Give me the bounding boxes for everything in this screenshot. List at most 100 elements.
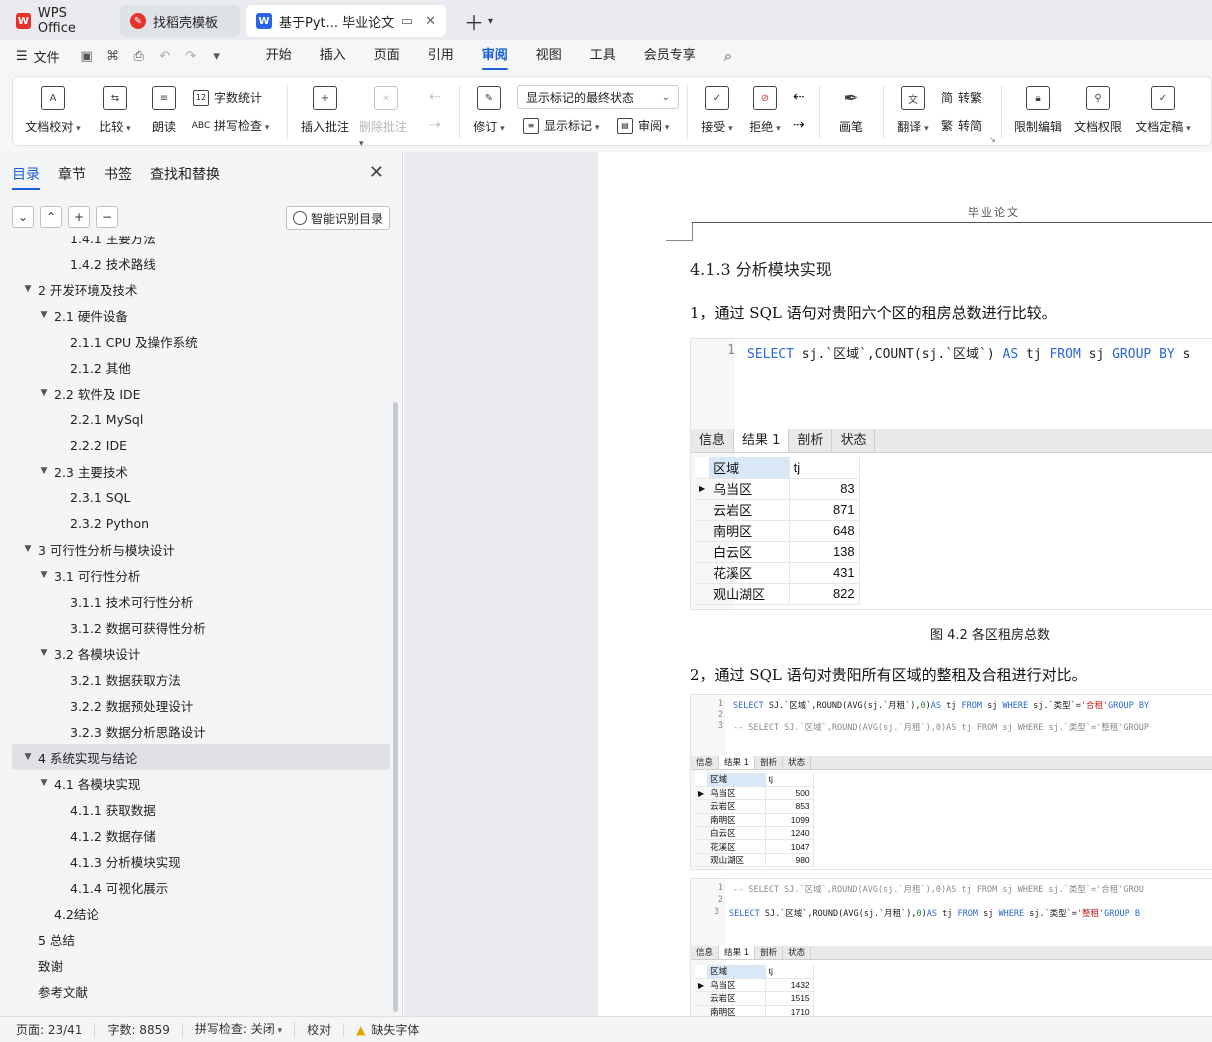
spell-check-status[interactable]: 拼写检查: 关闭 bbox=[183, 1021, 296, 1038]
table-row[interactable]: 云岩区 1515 bbox=[695, 991, 814, 1006]
table-row[interactable]: 南明区 648 bbox=[695, 520, 860, 542]
next-change-icon[interactable]: ⇢ bbox=[793, 117, 805, 133]
result-tab[interactable]: 结果 1 bbox=[719, 946, 756, 959]
toc-item[interactable]: ▼ 3.2 各模块设计 bbox=[12, 640, 390, 666]
toc-item[interactable]: 参考文献 bbox=[12, 978, 390, 1004]
column-header[interactable]: tj bbox=[765, 773, 814, 787]
toc-item[interactable]: 2.2.2 IDE bbox=[12, 432, 390, 458]
smart-toc-button[interactable]: 智能识别目录 bbox=[286, 206, 390, 230]
result-tab[interactable]: 剖析 bbox=[789, 429, 833, 452]
missing-font-status[interactable]: ▲ 缺失字体 bbox=[344, 1023, 431, 1037]
previous-comment-icon[interactable]: ⇠ bbox=[429, 89, 441, 105]
pen-button[interactable]: ✒ 画笔 bbox=[831, 77, 871, 135]
expand-caret-icon[interactable]: ▼ bbox=[38, 388, 50, 398]
result-tab[interactable]: 信息 bbox=[691, 756, 720, 769]
tab-template-store[interactable]: ✎ 找稻壳模板 bbox=[120, 5, 240, 37]
toc-item[interactable]: ▼ 2.2 软件及 IDE bbox=[12, 380, 390, 406]
nav-tab-0[interactable]: 目录 bbox=[12, 164, 40, 190]
delete-comment-button[interactable]: × 删除批注 bbox=[359, 77, 413, 149]
toc-item[interactable]: ▼ 3.1 可行性分析 bbox=[12, 562, 390, 588]
share-icon[interactable]: ⌘ bbox=[100, 49, 126, 64]
expand-caret-icon[interactable]: ▼ bbox=[38, 466, 50, 476]
redo-icon[interactable]: ↷ bbox=[178, 49, 204, 64]
previous-change-icon[interactable]: ⇠ bbox=[793, 89, 805, 105]
close-pane-icon[interactable]: ✕ bbox=[369, 162, 384, 183]
next-comment-icon[interactable]: ⇢ bbox=[429, 117, 441, 133]
toc-item[interactable]: 2.2.1 MySql bbox=[12, 406, 390, 432]
table-row[interactable]: ▶ 乌当区 1432 bbox=[695, 978, 814, 993]
expand-caret-icon[interactable]: ▼ bbox=[22, 544, 34, 554]
toc-item[interactable]: 2.1.1 CPU 及操作系统 bbox=[12, 328, 390, 354]
proofread-status[interactable]: 校对 bbox=[295, 1022, 345, 1037]
translate-button[interactable]: 文 翻译 bbox=[893, 77, 933, 135]
toc-item[interactable]: 4.1.1 获取数据 bbox=[12, 796, 390, 822]
chevron-down-icon[interactable]: ▾ bbox=[488, 16, 493, 27]
result-tab[interactable]: 状态 bbox=[783, 756, 812, 769]
toc-item[interactable]: ▼ 2.3 主要技术 bbox=[12, 458, 390, 484]
expand-caret-icon[interactable]: ▼ bbox=[22, 752, 34, 762]
window-restore-icon[interactable]: ▭ bbox=[401, 14, 413, 29]
expand-caret-icon[interactable]: ▼ bbox=[22, 284, 34, 294]
toc-item[interactable]: ▼ 4 系统实现与结论 bbox=[12, 744, 390, 770]
menu-tab-0[interactable]: 开始 bbox=[252, 40, 306, 72]
toc-item[interactable]: 2.1.2 其他 bbox=[12, 354, 390, 380]
toc-item[interactable]: ▼ 2 开发环境及技术 bbox=[12, 276, 390, 302]
show-markup-button[interactable]: ≡ 显示标记 bbox=[523, 117, 599, 134]
expand-caret-icon[interactable]: ▼ bbox=[38, 778, 50, 788]
toc-item[interactable]: 2.3.2 Python bbox=[12, 510, 390, 536]
print-preview-icon[interactable]: ⎙ bbox=[126, 49, 152, 64]
read-aloud-button[interactable]: ≡ 朗读 bbox=[147, 77, 181, 135]
word-count-indicator[interactable]: 字数: 8859 bbox=[95, 1022, 183, 1037]
page-indicator[interactable]: 页面: 23/41 bbox=[16, 1022, 96, 1037]
nav-scrollbar[interactable] bbox=[393, 402, 398, 1012]
restrict-edit-button[interactable]: 🔒︎ 限制编辑 bbox=[1011, 77, 1065, 135]
result-tab[interactable]: 结果 1 bbox=[719, 756, 756, 769]
expand-up-icon[interactable]: ⌃ bbox=[40, 206, 62, 228]
markup-state-select[interactable]: 显示标记的最终状态 ⌄ bbox=[517, 85, 679, 109]
menu-tab-7[interactable]: 会员专享 bbox=[630, 40, 710, 72]
quick-access-more-icon[interactable]: ▾ bbox=[204, 49, 230, 64]
column-header[interactable]: tj bbox=[765, 965, 814, 979]
menu-tab-1[interactable]: 插入 bbox=[306, 40, 360, 72]
word-count-button[interactable]: 12 字数统计 bbox=[193, 89, 262, 106]
result-tab[interactable]: 剖析 bbox=[755, 946, 784, 959]
table-row[interactable]: 南明区 1099 bbox=[695, 813, 814, 828]
to-simplified-button[interactable]: 繁 转简 bbox=[941, 117, 982, 134]
new-tab-button[interactable]: ＋ ▾ bbox=[454, 5, 500, 37]
doc-permission-button[interactable]: ⚲ 文档权限 bbox=[1071, 77, 1125, 135]
expand-caret-icon[interactable]: ▼ bbox=[38, 570, 50, 580]
spell-check-button[interactable]: ABC 拼写检查 bbox=[192, 117, 269, 134]
expand-caret-icon[interactable]: ▼ bbox=[38, 648, 50, 658]
column-header[interactable]: tj bbox=[789, 457, 860, 479]
table-row[interactable]: ▶ 乌当区 500 bbox=[695, 786, 814, 801]
close-tab-icon[interactable]: ✕ bbox=[425, 14, 436, 29]
collapse-all-icon[interactable]: ⌄ bbox=[12, 206, 34, 228]
toc-item[interactable]: 4.1.2 数据存储 bbox=[12, 822, 390, 848]
table-row[interactable]: 观山湖区 822 bbox=[695, 583, 860, 605]
group-expand-icon[interactable]: ↘ bbox=[989, 135, 996, 144]
reject-button[interactable]: ⊘ 拒绝 bbox=[745, 77, 785, 135]
tab-document[interactable]: W 基于Pyt... 毕业论文 ▭ ✕ bbox=[246, 5, 446, 37]
remove-heading-icon[interactable]: − bbox=[96, 206, 118, 228]
accept-button[interactable]: ✓ 接受 bbox=[697, 77, 737, 135]
toc-item[interactable]: 3.1.2 数据可获得性分析 bbox=[12, 614, 390, 640]
toc-item[interactable]: 3.2.3 数据分析思路设计 bbox=[12, 718, 390, 744]
toc-item[interactable]: 1.4.2 技术路线 bbox=[12, 250, 390, 276]
toc-item[interactable]: 3.2.2 数据预处理设计 bbox=[12, 692, 390, 718]
table-row[interactable]: 南明区 1710 bbox=[695, 1005, 814, 1016]
compare-button[interactable]: ⇆ 比较 bbox=[91, 77, 139, 135]
table-row[interactable]: 白云区 138 bbox=[695, 541, 860, 563]
nav-tab-1[interactable]: 章节 bbox=[58, 164, 86, 190]
toc-item[interactable]: 4.1.3 分析模块实现 bbox=[12, 848, 390, 874]
table-row[interactable]: 云岩区 871 bbox=[695, 499, 860, 521]
toc-item[interactable]: 致谢 bbox=[12, 952, 390, 978]
result-tab[interactable]: 剖析 bbox=[755, 756, 784, 769]
menu-tab-3[interactable]: 引用 bbox=[414, 40, 468, 72]
toc-item[interactable]: 2.3.1 SQL bbox=[12, 484, 390, 510]
menu-tab-4[interactable]: 审阅 bbox=[468, 40, 522, 72]
track-changes-button[interactable]: ✎ 修订 bbox=[469, 77, 509, 135]
to-traditional-button[interactable]: 简 转繁 bbox=[941, 89, 982, 106]
expand-caret-icon[interactable]: ▼ bbox=[38, 310, 50, 320]
result-tab[interactable]: 信息 bbox=[691, 429, 735, 452]
toc-item[interactable]: 3.2.1 数据获取方法 bbox=[12, 666, 390, 692]
